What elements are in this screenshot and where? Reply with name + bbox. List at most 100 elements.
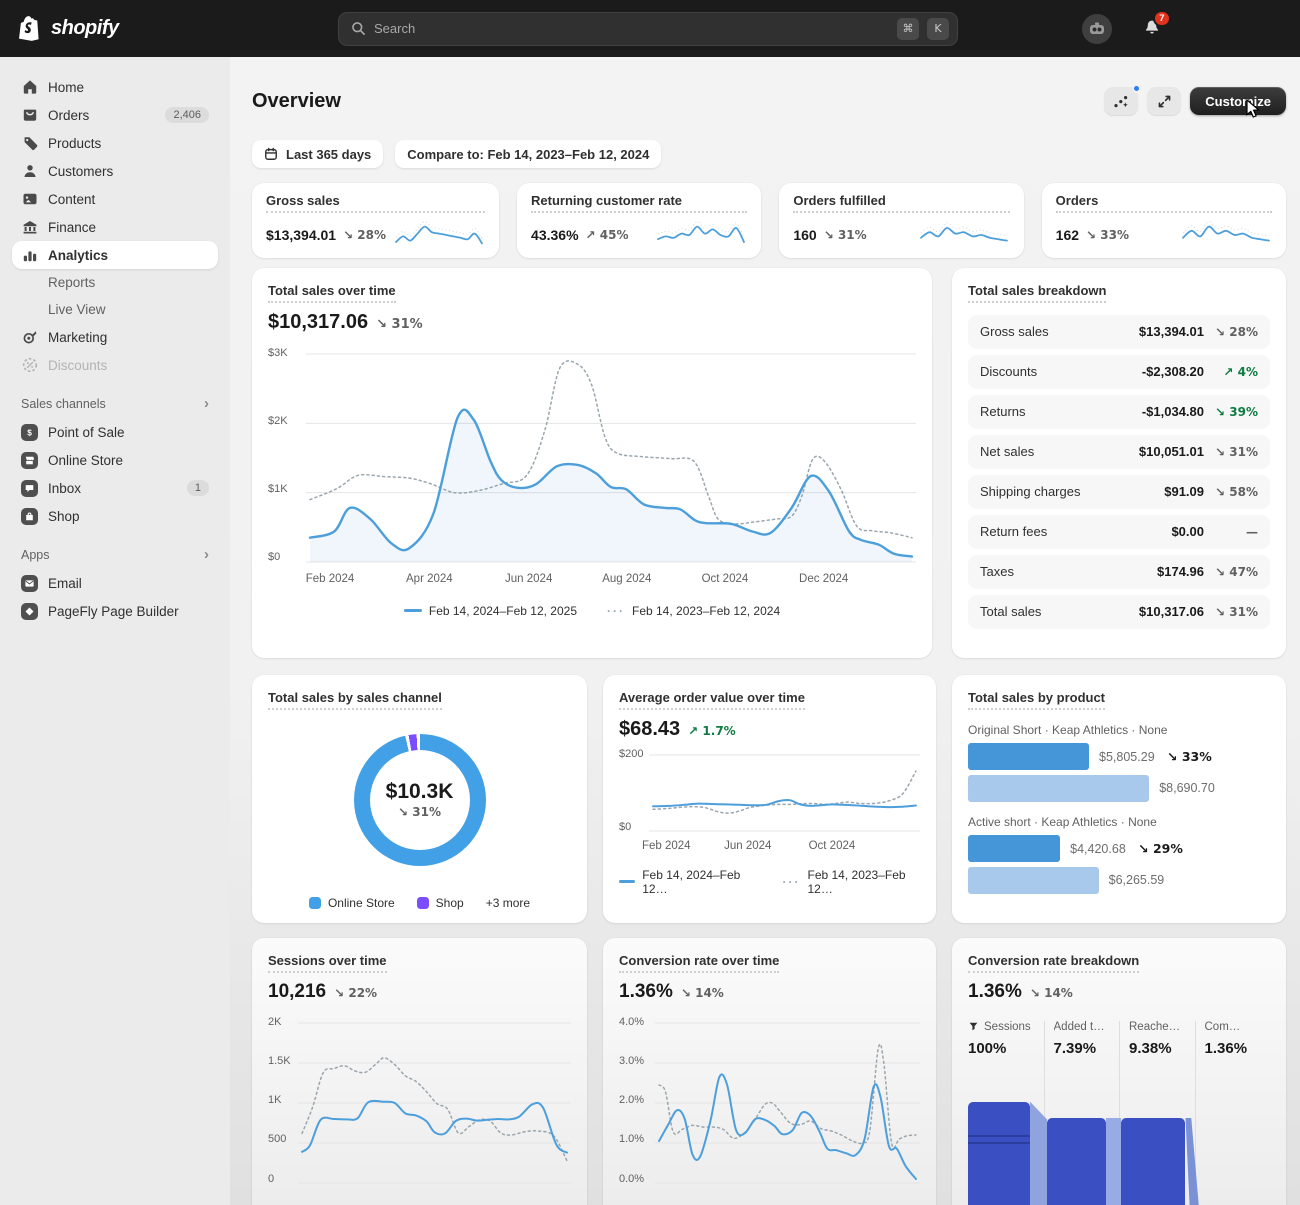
sidebar-item-products[interactable]: Products: [12, 129, 218, 157]
sidebar-item-discounts[interactable]: Discounts: [12, 351, 218, 379]
compare-filter[interactable]: Compare to: Feb 14, 2023–Feb 12, 2024: [395, 140, 661, 168]
sidebar-item-finance[interactable]: Finance: [12, 213, 218, 241]
conversion-rate-card: Conversion rate over time 1.36% ↘ 14% 4.…: [603, 938, 936, 1205]
notifications-bell[interactable]: 7: [1142, 18, 1162, 39]
sessions-title[interactable]: Sessions over time: [268, 953, 387, 973]
sidebar-subitem-reports[interactable]: Reports: [12, 269, 218, 296]
breakdown-row-label[interactable]: Return fees: [980, 524, 1047, 539]
funnel-step-header: Com…: [1205, 1021, 1262, 1033]
expand-button[interactable]: [1147, 87, 1181, 115]
customize-button[interactable]: Customize: [1190, 87, 1286, 115]
plot-area: [306, 350, 916, 566]
product-delta: ↘ 33%: [1163, 749, 1212, 764]
sidebar-item-label: Content: [48, 192, 95, 207]
breakdown-row-label[interactable]: Discounts: [980, 364, 1037, 379]
funnel-step-value: 100%: [968, 1040, 1035, 1057]
breakdown-row-delta: ↘ 58%: [1204, 485, 1258, 499]
conversion-rate-title[interactable]: Conversion rate over time: [619, 953, 779, 973]
date-range-filter[interactable]: Last 365 days: [252, 140, 383, 168]
legend-item: +3 more: [486, 896, 530, 910]
funnel-step-value: 1.36%: [1205, 1040, 1262, 1057]
sidebar-item-inbox[interactable]: Inbox1: [12, 474, 218, 502]
product-name: Active short · Keap Athletics · None: [968, 815, 1270, 829]
y-tick-label: 2K: [268, 1017, 290, 1028]
sidebar-item-label: Products: [48, 136, 101, 151]
product-previous-row: $8,690.70: [968, 775, 1270, 802]
kpi-title[interactable]: Orders fulfilled: [793, 193, 1009, 213]
legend-item[interactable]: Shop: [417, 896, 464, 910]
sales-by-channel-title[interactable]: Total sales by sales channel: [268, 690, 442, 710]
sidebar-item-shop[interactable]: Shop: [12, 502, 218, 530]
y-tick-label: $2K: [268, 416, 298, 427]
legend-swatch: [309, 897, 321, 909]
product-previous-value: $6,265.59: [1109, 873, 1165, 887]
breakdown-row-label[interactable]: Gross sales: [980, 324, 1049, 339]
conversion-breakdown-title[interactable]: Conversion rate breakdown: [968, 953, 1139, 973]
breakdown-row-label[interactable]: Shipping charges: [980, 484, 1080, 499]
sales-by-channel-card: Total sales by sales channel $10.3K ↘ 31…: [252, 675, 587, 923]
sidebar-item-content[interactable]: Content: [12, 185, 218, 213]
channel-legend: Online Store Shop +3 more: [252, 896, 587, 910]
product-current-value: $5,805.29 ↘ 33%: [1099, 749, 1212, 764]
search-input[interactable]: Search ⌘ K: [338, 12, 958, 46]
sidebar-section-apps[interactable]: Apps›: [21, 546, 209, 563]
bottom-charts-row: Sessions over time 10,216 ↘ 22% 2K1.5K1K…: [252, 938, 1286, 1205]
sidebar-item-email[interactable]: Email: [12, 569, 218, 597]
store-icon: [21, 452, 38, 469]
breakdown-row: Discounts-$2,308.20↗ 4%: [968, 355, 1270, 389]
sidebar-item-orders[interactable]: Orders2,406: [12, 101, 218, 129]
product-bars: Original Short · Keap Athletics · None$5…: [968, 723, 1270, 894]
breakdown-row-label[interactable]: Total sales: [980, 604, 1041, 619]
search-icon: [351, 21, 366, 36]
marketing-icon: [21, 329, 38, 345]
sidebar-item-pagefly-page-builder[interactable]: PageFly Page Builder: [12, 597, 218, 625]
sales-by-product-title[interactable]: Total sales by product: [968, 690, 1105, 710]
insights-button[interactable]: [1104, 87, 1138, 115]
kpi-title[interactable]: Gross sales: [266, 193, 485, 213]
sidebar-item-point-of-sale[interactable]: $Point of Sale: [12, 418, 218, 446]
analytics-icon: [21, 247, 38, 263]
legend-item: Feb 14, 2024–Feb 12…: [619, 868, 757, 896]
customers-icon: [21, 163, 38, 179]
y-tick-label: $0: [268, 552, 298, 563]
inbox-icon: [21, 480, 38, 497]
y-tick-label: 4.0%: [619, 1017, 647, 1028]
sidebar-item-label: PageFly Page Builder: [48, 604, 179, 619]
breakdown-row-label[interactable]: Returns: [980, 404, 1026, 419]
kpi-title[interactable]: Returning customer rate: [531, 193, 747, 213]
kpi-delta: ↗ 45%: [586, 228, 629, 242]
x-tick-label: Jun 2024: [724, 840, 771, 852]
sales-breakdown-title[interactable]: Total sales breakdown: [968, 283, 1106, 303]
breakdown-row-label[interactable]: Taxes: [980, 564, 1014, 579]
y-axis-labels: 4.0%3.0%2.0%1.0%0.0%: [619, 1019, 655, 1187]
shopify-logo[interactable]: shopify: [16, 14, 316, 44]
sidebar-item-marketing[interactable]: Marketing: [12, 323, 218, 351]
sidebar-subitem-live-view[interactable]: Live View: [12, 296, 218, 323]
product-current-bar: [968, 835, 1060, 862]
legend-item[interactable]: Online Store: [309, 896, 395, 910]
x-tick-label: Feb 2024: [306, 573, 355, 585]
breakdown-row: Total sales$10,317.06↘ 31%: [968, 595, 1270, 629]
sidebar-item-home[interactable]: Home: [12, 73, 218, 101]
y-tick-label: 2.0%: [619, 1095, 647, 1106]
sidebar-item-customers[interactable]: Customers: [12, 157, 218, 185]
breakdown-row-label[interactable]: Net sales: [980, 444, 1034, 459]
y-tick-label: 0.0%: [619, 1174, 647, 1185]
aov-x-axis: Feb 2024Jun 2024Oct 2024: [619, 840, 920, 855]
kpi-card-orders-fulfilled: Orders fulfilled160↘ 31%: [779, 183, 1023, 258]
funnel-step-value: 7.39%: [1054, 1040, 1111, 1057]
product-previous-bar: [968, 867, 1099, 894]
kpi-title[interactable]: Orders: [1056, 193, 1272, 213]
x-tick-label: Dec 2024: [799, 573, 848, 585]
donut-center-delta: ↘ 31%: [398, 805, 441, 819]
topbar-actions: 7: [1082, 14, 1284, 44]
sidebar-item-online-store[interactable]: Online Store: [12, 446, 218, 474]
store-avatar[interactable]: [1082, 14, 1112, 44]
sidebar-section-sales-channels[interactable]: Sales channels›: [21, 395, 209, 412]
breakdown-row: Returns-$1,034.80↘ 39%: [968, 395, 1270, 429]
breakdown-row-value: $0.00: [1171, 524, 1204, 539]
total-sales-title[interactable]: Total sales over time: [268, 283, 396, 303]
pagefly-icon: [21, 603, 38, 620]
sidebar-item-analytics[interactable]: Analytics: [12, 241, 218, 269]
aov-title[interactable]: Average order value over time: [619, 690, 805, 710]
